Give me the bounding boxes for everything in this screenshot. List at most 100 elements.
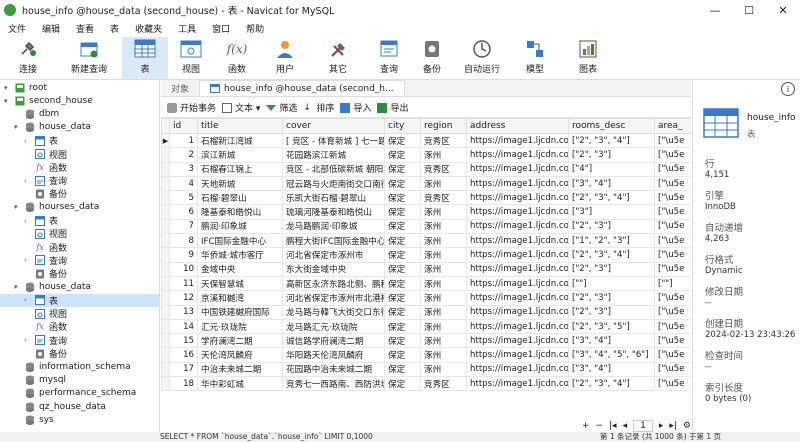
cell-rooms_desc[interactable]: ["2", "3", "5"] [568,318,655,335]
cell-title[interactable]: 天地新城 [197,175,283,192]
cell-region[interactable]: 涿州 [420,233,467,249]
table-row[interactable]: 6 隆基泰和皓悦山 琉璃河隆基泰和皓悦山 保定 涿州 https://image1.ljc… [161,204,691,220]
cell-address[interactable]: https://image1.ljcdn.com/ [466,233,569,249]
sidebar-item--5[interactable]: 视图 [0,148,159,161]
row-marker[interactable] [161,304,170,320]
cell-title[interactable]: 中治未来城二期 [197,361,283,378]
sidebar-item-second_house-1[interactable]: ▾ second_house [0,94,159,107]
cell-title[interactable]: IFC国际金融中心 [197,233,283,249]
cell-region[interactable]: 涿州 [420,147,467,163]
cell-area_[interactable]: ["\u5e [654,347,691,363]
minimize-icon[interactable]: — [698,0,732,20]
cell-region[interactable]: 竞秀区 [420,376,467,392]
cell-city[interactable]: 保定 [384,304,421,320]
cell-cover[interactable]: 竞区 - 北部低碳新城 朝阳大 [282,161,385,177]
cell-title[interactable]: 鹏润·印象城 [197,218,283,235]
cell-region[interactable]: 涿州 [420,347,467,363]
query-button[interactable]: 查询 [366,37,412,79]
cell-area_[interactable]: ["\u5e [654,376,691,392]
sidebar-item-information_schema-21[interactable]: information_schema [0,360,159,373]
cell-cover[interactable]: 河北省保定市涿州市北港村 [282,290,385,306]
cell-id[interactable]: 18 [169,376,198,392]
chevron-down-icon[interactable]: ▾ [14,123,22,131]
sidebar-item--16[interactable]: › 表 [0,293,159,307]
cell-address[interactable]: https://image1.ljcdn.com/ [466,175,569,192]
cell-cover[interactable]: 鹏程大街IFC国际金融中心 [282,233,385,249]
cell-id[interactable]: 14 [169,318,198,335]
cell-title[interactable]: 京溪和樾湾 [197,290,283,306]
row-marker[interactable] [161,218,170,235]
column-header-rooms_desc[interactable]: rooms_desc [568,118,655,134]
menu-edit[interactable]: 编辑 [34,22,68,35]
sidebar-item--17[interactable]: 视图 [0,307,159,320]
cell-city[interactable]: 保定 [384,204,421,220]
model-button[interactable]: 模型 [512,37,558,79]
cell-address[interactable]: https://image1.ljcdn.com/ [466,275,569,292]
function-button[interactable]: f(x) 函数 [214,37,260,79]
cell-address[interactable]: https://image1.ljcdn.com/ [466,218,569,235]
cell-area_[interactable]: ["\u5e [654,318,691,335]
cell-title[interactable]: 华侨城·城市客厅 [197,247,283,263]
cell-address[interactable]: https://image1.ljcdn.com/ [466,132,569,149]
chevron-right-icon[interactable]: › [24,177,32,185]
table-row[interactable]: 2滨江新城花园路滨江新城保定涿州https://image1.ljcdn.com… [161,147,691,163]
cell-region[interactable]: 涿州 [420,175,467,192]
table-row[interactable]: 16 天伦湾凤麟府 华阳路天伦湾凤麟府 保定 涿州 https://image1.ljcd… [161,347,691,363]
cell-id[interactable]: 8 [169,233,198,249]
cell-rooms_desc[interactable]: ["2", "3"] [568,290,655,306]
cell-area_[interactable]: ["\u5e [654,147,691,163]
table-row[interactable]: 12 京溪和樾湾 河北省保定市涿州市北港村 保定 涿州 https://image1.lj… [161,290,691,306]
sidebar-item-house_data-3[interactable]: ▾ house_data [0,121,159,134]
menu-favorites[interactable]: 收藏夹 [127,22,170,35]
chevron-right-icon[interactable]: › [24,256,32,264]
cell-rooms_desc[interactable]: ["2", "3", "4"] [568,247,655,263]
cell-address[interactable]: https://image1.ljcdn.com/ [466,204,569,220]
cell-cover[interactable]: 竞秀七一西路南、西防洪堤东 [282,376,385,392]
cell-address[interactable]: https://image1.ljcdn.com/ [466,161,569,177]
sidebar-item--12[interactable]: fx 函数 [0,241,159,254]
sidebar-item--18[interactable]: fx 函数 [0,320,159,333]
cell-address[interactable]: https://image1.ljcdn.com/ [466,333,569,349]
table-row[interactable]: 9 华侨城·城市客厅 河北省保定市涿州市 保定 涿州 https://image1.ljc… [161,247,691,263]
cell-address[interactable]: https://image1.ljcdn.com/ [466,304,569,320]
menu-help[interactable]: 帮助 [238,22,272,35]
row-marker[interactable] [161,247,170,263]
begin-transaction-button[interactable]: 开始事务 [167,101,216,114]
row-marker[interactable] [161,161,170,177]
table-row[interactable]: 14 汇元·玖珑院 龙马路汇元·玖珑院 保定 涿州 https://image1.ljcd… [161,318,691,335]
cell-city[interactable]: 保定 [384,161,421,177]
row-marker[interactable] [161,347,170,363]
column-header-region[interactable]: region [420,118,467,134]
cell-cover[interactable]: 龙马路与韓飞大街交口东行 [282,304,385,320]
sidebar-item--20[interactable]: 备份 [0,347,159,360]
sidebar-item--6[interactable]: fx 函数 [0,161,159,174]
cell-city[interactable]: 保定 [384,190,421,206]
cell-area_[interactable]: ["\u5e [654,261,691,277]
cell-area_[interactable]: ["\u5e [654,190,691,206]
cell-cover[interactable]: 诚信路学府澜湾二期 [282,333,385,349]
cell-cover[interactable]: 花园路滨江新城 [282,147,385,163]
cell-id[interactable]: 6 [169,204,198,220]
cell-region[interactable]: 涿州 [420,318,467,335]
cell-city[interactable]: 保定 [384,147,421,163]
cell-address[interactable]: https://image1.ljcdn.com/ [466,318,569,335]
column-header-id[interactable]: id [169,118,198,134]
column-header-title[interactable]: title [197,118,283,134]
cell-city[interactable]: 保定 [384,361,421,378]
cell-region[interactable]: 涿州 [420,247,467,263]
cell-address[interactable]: https://image1.ljcdn.com/ [466,361,569,378]
sidebar-item-dbm-2[interactable]: dbm [0,108,159,121]
user-button[interactable]: 用户 [260,37,310,79]
table-row[interactable]: 17 中治未来城二期 花园路中治未来城二期 保定 涿州 https://image1.lj… [161,361,691,378]
row-marker[interactable] [161,376,170,392]
chevron-down-icon[interactable]: ▾ [14,203,22,211]
export-button[interactable]: 导出 [377,101,408,114]
cell-address[interactable]: https://image1.ljcdn.com/ [466,147,569,163]
cell-region[interactable]: 涿州 [420,333,467,349]
cell-region[interactable]: 涿州 [420,204,467,220]
row-marker[interactable] [161,261,170,277]
menu-file[interactable]: 文件 [0,22,34,35]
row-marker[interactable] [161,147,170,163]
cell-id[interactable]: 17 [169,361,198,378]
sort-button[interactable]: ↓ 排序 [303,101,334,115]
